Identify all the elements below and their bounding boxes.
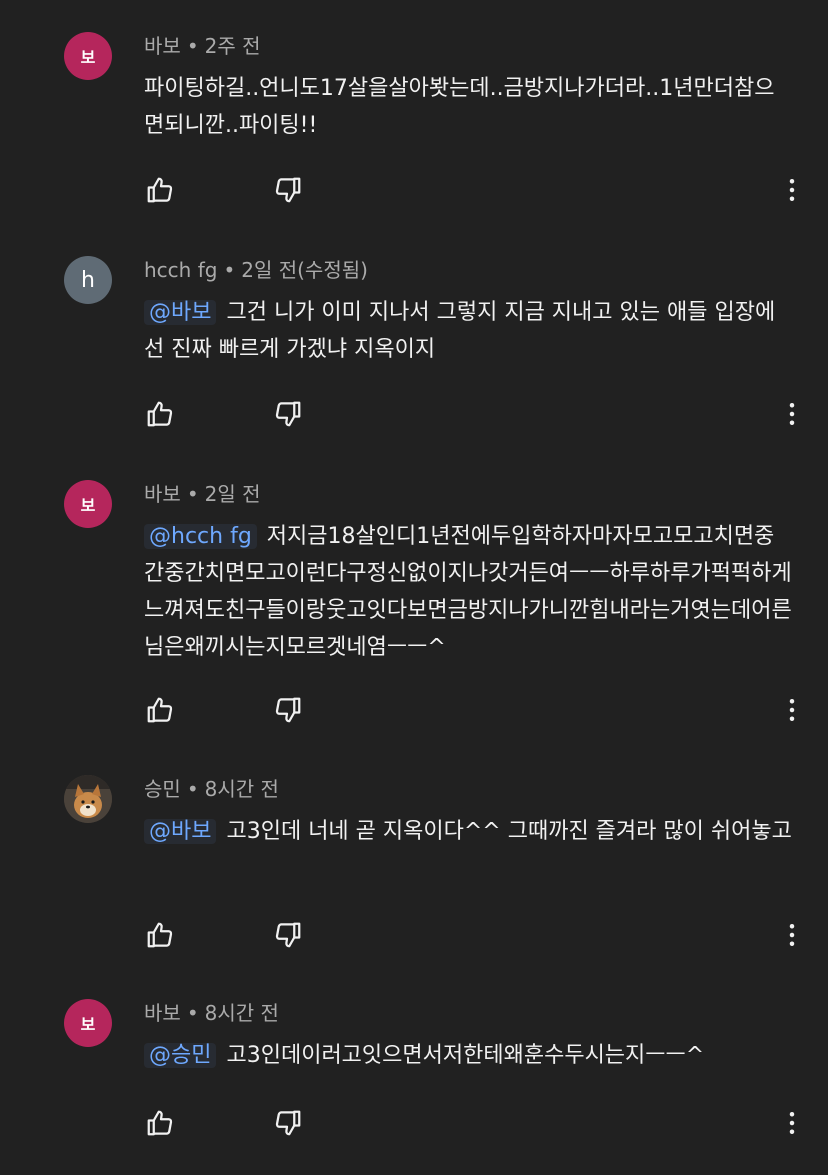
comment-body: 고3인데이러고잇으면서저한테왜훈수두시는지ㅡㅡ^ <box>226 1043 705 1068</box>
meta-separator: • <box>186 777 199 801</box>
author-name[interactable]: 바보 <box>144 482 181 506</box>
avatar-letter: 보 <box>80 1015 96 1034</box>
more-vert-icon <box>789 924 795 946</box>
avatar-letter: 보 <box>80 48 96 67</box>
like-button[interactable] <box>140 690 180 730</box>
like-button[interactable] <box>140 915 180 955</box>
avatar[interactable]: 보 <box>64 999 112 1047</box>
comment-body: 고3인데 너네 곧 지옥이다^^ 그때까진 즐겨라 많이 쉬어놓고 <box>226 819 792 844</box>
dog-avatar-icon <box>64 775 112 823</box>
more-button[interactable] <box>772 915 812 955</box>
dislike-button[interactable] <box>268 170 308 210</box>
thumbs-down-icon <box>275 922 301 948</box>
thumbs-up-icon <box>147 401 173 427</box>
avatar-letter: h <box>81 267 95 293</box>
meta-separator: • <box>186 1001 199 1025</box>
comment-body: 파이팅하길..언니도17살을살아봣는데..금방지나가더라..1년만더참으면되니깐… <box>144 76 775 138</box>
comment-time[interactable]: 2일 전 <box>205 482 261 506</box>
more-button[interactable] <box>772 170 812 210</box>
avatar[interactable]: 보 <box>64 32 112 80</box>
comment-text: @바보 그건 니가 이미 지나서 그렇지 지금 지내고 있는 애들 입장에선 진짜… <box>144 294 794 368</box>
comment-body: 그건 니가 이미 지나서 그렇지 지금 지내고 있는 애들 입장에선 진짜 빠르… <box>144 300 776 362</box>
more-button[interactable] <box>772 1103 812 1143</box>
author-name[interactable]: 승민 <box>144 777 181 801</box>
thumbs-up-icon <box>147 177 173 203</box>
comment-actions <box>0 1103 828 1143</box>
more-vert-icon <box>789 403 795 425</box>
thumbs-up-icon <box>147 697 173 723</box>
comment-meta: hcch fg • 2일 전(수정됨) <box>144 256 368 284</box>
like-button[interactable] <box>140 1103 180 1143</box>
comment-text: @바보 고3인데 너네 곧 지옥이다^^ 그때까진 즐겨라 많이 쉬어놓고 <box>144 813 794 850</box>
dislike-button[interactable] <box>268 690 308 730</box>
more-vert-icon <box>789 179 795 201</box>
thumbs-up-icon <box>147 922 173 948</box>
more-button[interactable] <box>772 690 812 730</box>
thumbs-down-icon <box>275 401 301 427</box>
avatar-letter: 보 <box>80 496 96 515</box>
comment-text: @승민 고3인데이러고잇으면서저한테왜훈수두시는지ㅡㅡ^ <box>144 1037 794 1074</box>
author-name[interactable]: hcch fg <box>144 258 217 282</box>
thumbs-down-icon <box>275 697 301 723</box>
mention-link[interactable]: @hcch fg <box>144 524 257 549</box>
comment-actions <box>0 690 828 730</box>
comment-time[interactable]: 2주 전 <box>205 34 261 58</box>
comment-actions <box>0 394 828 434</box>
comment-meta: 바보 • 2주 전 <box>144 32 261 60</box>
comment-actions <box>0 170 828 210</box>
comment-meta: 승민 • 8시간 전 <box>144 775 279 803</box>
comment-time[interactable]: 8시간 전 <box>205 777 279 801</box>
mention-link[interactable]: @승민 <box>144 1043 217 1068</box>
comment-text: 파이팅하길..언니도17살을살아봣는데..금방지나가더라..1년만더참으면되니깐… <box>144 70 794 144</box>
dislike-button[interactable] <box>268 915 308 955</box>
comment-meta: 바보 • 2일 전 <box>144 480 261 508</box>
more-button[interactable] <box>772 394 812 434</box>
like-button[interactable] <box>140 170 180 210</box>
comment-time[interactable]: 2일 전(수정됨) <box>241 258 368 282</box>
comment-text: @hcch fg 저지금18살인디1년전에두입학하자마자모고모고치면중간중간치면모… <box>144 518 794 666</box>
comment-actions <box>0 915 828 955</box>
author-name[interactable]: 바보 <box>144 34 181 58</box>
more-vert-icon <box>789 1112 795 1134</box>
avatar[interactable]: h <box>64 256 112 304</box>
dislike-button[interactable] <box>268 394 308 434</box>
dislike-button[interactable] <box>268 1103 308 1143</box>
thumbs-up-icon <box>147 1110 173 1136</box>
comment-time[interactable]: 8시간 전 <box>205 1001 279 1025</box>
avatar[interactable] <box>64 775 112 823</box>
meta-separator: • <box>186 482 199 506</box>
mention-link[interactable]: @바보 <box>144 300 217 325</box>
like-button[interactable] <box>140 394 180 434</box>
meta-separator: • <box>186 34 199 58</box>
meta-separator: • <box>223 258 236 282</box>
thumbs-down-icon <box>275 177 301 203</box>
avatar[interactable]: 보 <box>64 480 112 528</box>
comment-meta: 바보 • 8시간 전 <box>144 999 279 1027</box>
mention-link[interactable]: @바보 <box>144 819 217 844</box>
author-name[interactable]: 바보 <box>144 1001 181 1025</box>
thumbs-down-icon <box>275 1110 301 1136</box>
more-vert-icon <box>789 699 795 721</box>
